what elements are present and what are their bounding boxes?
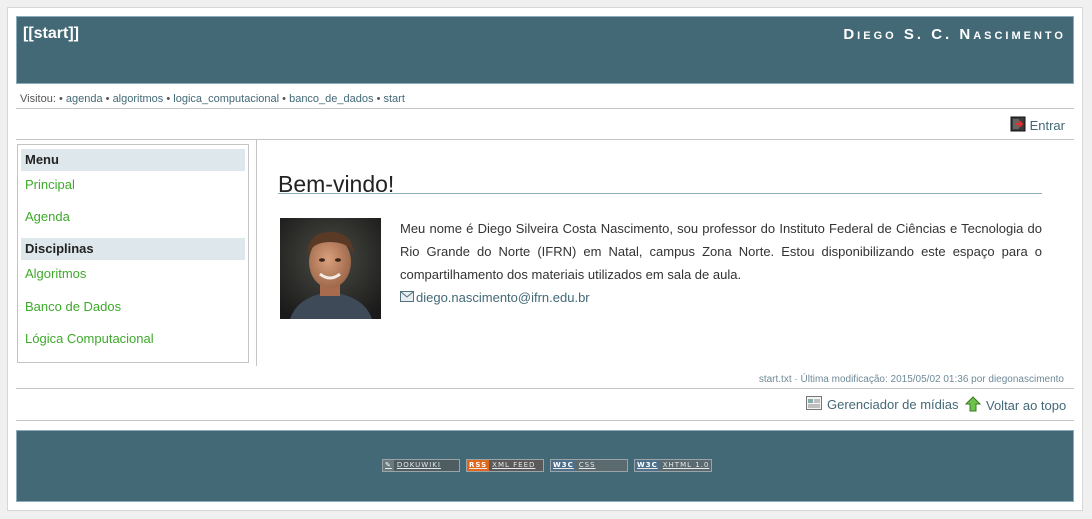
email-address: diego.nascimento@ifrn.edu.br (416, 290, 590, 305)
site-footer: ✎ DOKUWIKI RSS XML FEED W3C CSS W3C XHTM… (16, 430, 1074, 502)
profile-photo (280, 218, 381, 319)
email-link[interactable]: diego.nascimento@ifrn.edu.br (400, 290, 590, 305)
login-link[interactable]: Entrar (1010, 116, 1065, 135)
dokuwiki-badge[interactable]: ✎ DOKUWIKI (382, 459, 460, 472)
divider (16, 139, 1074, 140)
badge-tag: W3C (551, 460, 576, 471)
email-icon (400, 290, 414, 305)
doc-info: start.txt · Última modificação: 2015/05/… (758, 374, 1064, 385)
dokuwiki-logo-icon: ✎ (383, 460, 394, 471)
sidebar-divider (256, 140, 257, 366)
rss-badge[interactable]: RSS XML FEED (466, 459, 544, 472)
badge-label: XML FEED (492, 461, 536, 469)
sidebar: Menu Principal Agenda Disciplinas Algori… (17, 144, 249, 363)
login-icon (1010, 116, 1026, 135)
badge-tag: W3C (635, 460, 660, 471)
w3c-css-badge[interactable]: W3C CSS (550, 459, 628, 472)
arrow-up-icon (964, 396, 982, 415)
sidebar-heading-menu: Menu (21, 149, 245, 171)
site-header: [[start]] Diego S. C. Nascimento (16, 16, 1074, 84)
login-label: Entrar (1029, 118, 1065, 133)
title-underline (278, 193, 1042, 194)
breadcrumb-item[interactable]: logica_computacional (173, 93, 279, 105)
page-container: [[start]] Diego S. C. Nascimento Visitou… (7, 7, 1083, 511)
intro-paragraph: Meu nome é Diego Silveira Costa Nascimen… (400, 221, 1042, 282)
badge-label: DOKUWIKI (396, 461, 441, 469)
divider (16, 420, 1074, 421)
breadcrumb-item[interactable]: agenda (66, 93, 103, 105)
sidebar-heading-disciplinas: Disciplinas (21, 238, 245, 260)
back-to-top-link[interactable]: Voltar ao topo (964, 396, 1067, 415)
sidebar-item-banco-de-dados[interactable]: Banco de Dados (25, 299, 121, 314)
breadcrumb-item[interactable]: start (383, 93, 404, 105)
breadcrumb: Visitou: • agenda • algoritmos • logica_… (20, 93, 405, 105)
breadcrumb-item[interactable]: algoritmos (113, 93, 164, 105)
sidebar-item-algoritmos[interactable]: Algoritmos (25, 266, 86, 281)
media-manager-link[interactable]: Gerenciador de mídias (806, 396, 959, 413)
back-to-top-label: Voltar ao topo (986, 398, 1067, 413)
badge-label: XHTML 1.0 (662, 461, 710, 469)
w3c-xhtml-badge[interactable]: W3C XHTML 1.0 (634, 459, 712, 472)
sidebar-item-agenda[interactable]: Agenda (25, 209, 70, 224)
site-title-link[interactable]: [[start]] (23, 25, 79, 43)
badge-label: CSS (578, 461, 596, 469)
author-name: Diego S. C. Nascimento (843, 26, 1066, 43)
sidebar-item-principal[interactable]: Principal (25, 177, 75, 192)
breadcrumb-label: Visitou: (20, 93, 56, 105)
divider (16, 108, 1074, 109)
sidebar-item-logica-computacional[interactable]: Lógica Computacional (25, 331, 154, 346)
media-manager-icon (806, 396, 822, 413)
breadcrumb-item[interactable]: banco_de_dados (289, 93, 373, 105)
breadcrumb-separator: • (105, 93, 113, 105)
breadcrumb-separator: • (58, 93, 66, 105)
divider (16, 388, 1074, 389)
media-manager-label: Gerenciador de mídias (827, 397, 959, 412)
badge-tag: RSS (467, 460, 490, 471)
